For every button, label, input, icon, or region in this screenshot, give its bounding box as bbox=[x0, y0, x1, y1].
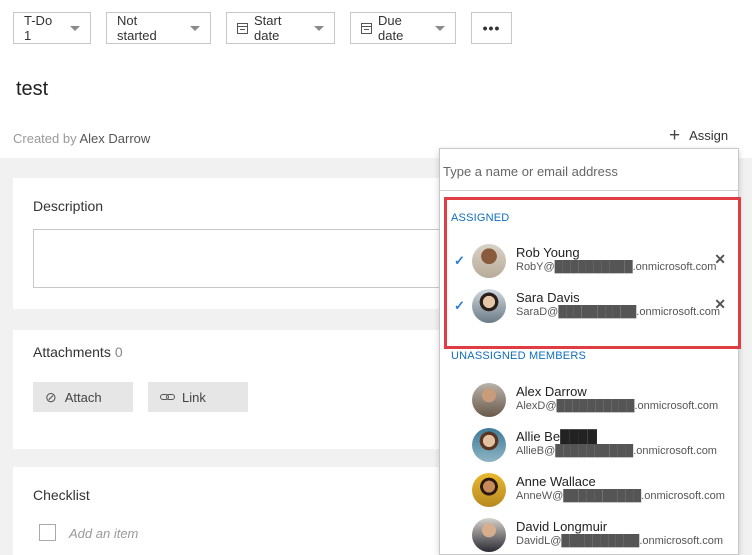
description-panel: Description bbox=[13, 178, 473, 309]
attachments-count: 0 bbox=[114, 344, 123, 360]
member-name: David Longmuir bbox=[516, 519, 608, 534]
unassigned-member[interactable]: Anne Wallace AnneW@██████████.onmicrosof… bbox=[440, 470, 738, 510]
created-by-label: Created by bbox=[13, 131, 77, 146]
paperclip-icon: ⊘ bbox=[45, 388, 57, 405]
link-icon bbox=[160, 394, 175, 400]
task-toolbar: T-Do 1 Not started Start date Due date •… bbox=[13, 12, 512, 44]
chevron-down-icon bbox=[314, 25, 324, 31]
due-date-picker[interactable]: Due date bbox=[350, 12, 456, 44]
bucket-label: T-Do 1 bbox=[24, 13, 53, 43]
unassigned-heading: UNASSIGNED MEMBERS bbox=[451, 350, 587, 362]
unassigned-member[interactable]: David Longmuir DavidL@██████████.onmicro… bbox=[440, 515, 738, 555]
checklist-checkbox[interactable] bbox=[39, 524, 56, 541]
member-email: AllieB@██████████.onmicrosoft.com bbox=[516, 445, 717, 457]
member-name: Allie Be████ bbox=[516, 429, 597, 444]
attachments-panel: Attachments 0 ⊘ Attach Link bbox=[13, 330, 473, 449]
attachments-heading: Attachments 0 bbox=[33, 344, 123, 360]
checklist-label: Checklist bbox=[33, 487, 90, 503]
description-label: Description bbox=[33, 198, 104, 214]
member-email: DavidL@██████████.onmicrosoft.com bbox=[516, 535, 724, 547]
add-checklist-item[interactable]: Add an item bbox=[69, 526, 138, 541]
start-date-label: Start date bbox=[254, 13, 282, 43]
member-name: Alex Darrow bbox=[516, 384, 587, 399]
check-icon: ✓ bbox=[454, 253, 465, 268]
created-by: Created by Alex Darrow bbox=[13, 131, 150, 146]
calendar-icon bbox=[237, 22, 248, 34]
unassigned-member[interactable]: Alex Darrow AlexD@██████████.onmicrosoft… bbox=[440, 380, 738, 420]
chevron-down-icon bbox=[70, 25, 80, 31]
progress-dropdown[interactable]: Not started bbox=[106, 12, 211, 44]
member-email: SaraD@██████████.onmicrosoft.com bbox=[516, 306, 721, 318]
remove-icon[interactable]: ✕ bbox=[714, 251, 726, 268]
calendar-icon bbox=[361, 22, 372, 34]
avatar bbox=[472, 289, 506, 323]
avatar bbox=[472, 518, 506, 552]
member-email: AlexD@██████████.onmicrosoft.com bbox=[516, 400, 719, 412]
assigned-member[interactable]: ✓ Rob Young RobY@██████████.onmicrosoft.… bbox=[440, 241, 738, 281]
avatar bbox=[472, 383, 506, 417]
member-email: AnneW@██████████.onmicrosoft.com bbox=[516, 490, 725, 502]
more-options-button[interactable]: ••• bbox=[471, 12, 512, 44]
ellipsis-icon: ••• bbox=[482, 20, 501, 36]
start-date-picker[interactable]: Start date bbox=[226, 12, 335, 44]
assigned-member[interactable]: ✓ Sara Davis SaraD@██████████.onmicrosof… bbox=[440, 286, 738, 326]
bucket-dropdown[interactable]: T-Do 1 bbox=[13, 12, 91, 44]
check-icon: ✓ bbox=[454, 298, 465, 313]
due-date-label: Due date bbox=[378, 13, 404, 43]
member-email: RobY@██████████.onmicrosoft.com bbox=[516, 261, 717, 273]
attachments-label: Attachments bbox=[33, 344, 111, 360]
unassigned-member[interactable]: Allie Be████ AllieB@██████████.onmicroso… bbox=[440, 425, 738, 465]
assign-button[interactable]: + Assign bbox=[669, 126, 728, 145]
assigned-heading: ASSIGNED bbox=[451, 212, 510, 224]
plus-icon: + bbox=[669, 125, 681, 146]
avatar bbox=[472, 473, 506, 507]
avatar bbox=[472, 244, 506, 278]
assignee-search-input[interactable] bbox=[440, 153, 738, 191]
member-name: Anne Wallace bbox=[516, 474, 596, 489]
chevron-down-icon bbox=[435, 25, 445, 31]
progress-label: Not started bbox=[117, 13, 157, 43]
member-name: Sara Davis bbox=[516, 290, 580, 305]
description-input[interactable] bbox=[33, 229, 463, 288]
assign-dropdown: ASSIGNED ✓ Rob Young RobY@██████████.onm… bbox=[439, 148, 741, 555]
checklist-panel: Checklist Add an item bbox=[13, 467, 473, 555]
remove-icon[interactable]: ✕ bbox=[714, 296, 726, 313]
assign-label: Assign bbox=[689, 128, 729, 143]
task-title[interactable]: test bbox=[16, 78, 48, 101]
chevron-down-icon bbox=[190, 25, 200, 31]
member-name: Rob Young bbox=[516, 245, 580, 260]
attach-label: Attach bbox=[64, 389, 102, 405]
attach-button[interactable]: ⊘ Attach bbox=[33, 382, 133, 412]
created-by-name: Alex Darrow bbox=[79, 131, 151, 146]
link-button[interactable]: Link bbox=[148, 382, 248, 412]
avatar bbox=[472, 428, 506, 462]
link-label: Link bbox=[182, 389, 206, 405]
